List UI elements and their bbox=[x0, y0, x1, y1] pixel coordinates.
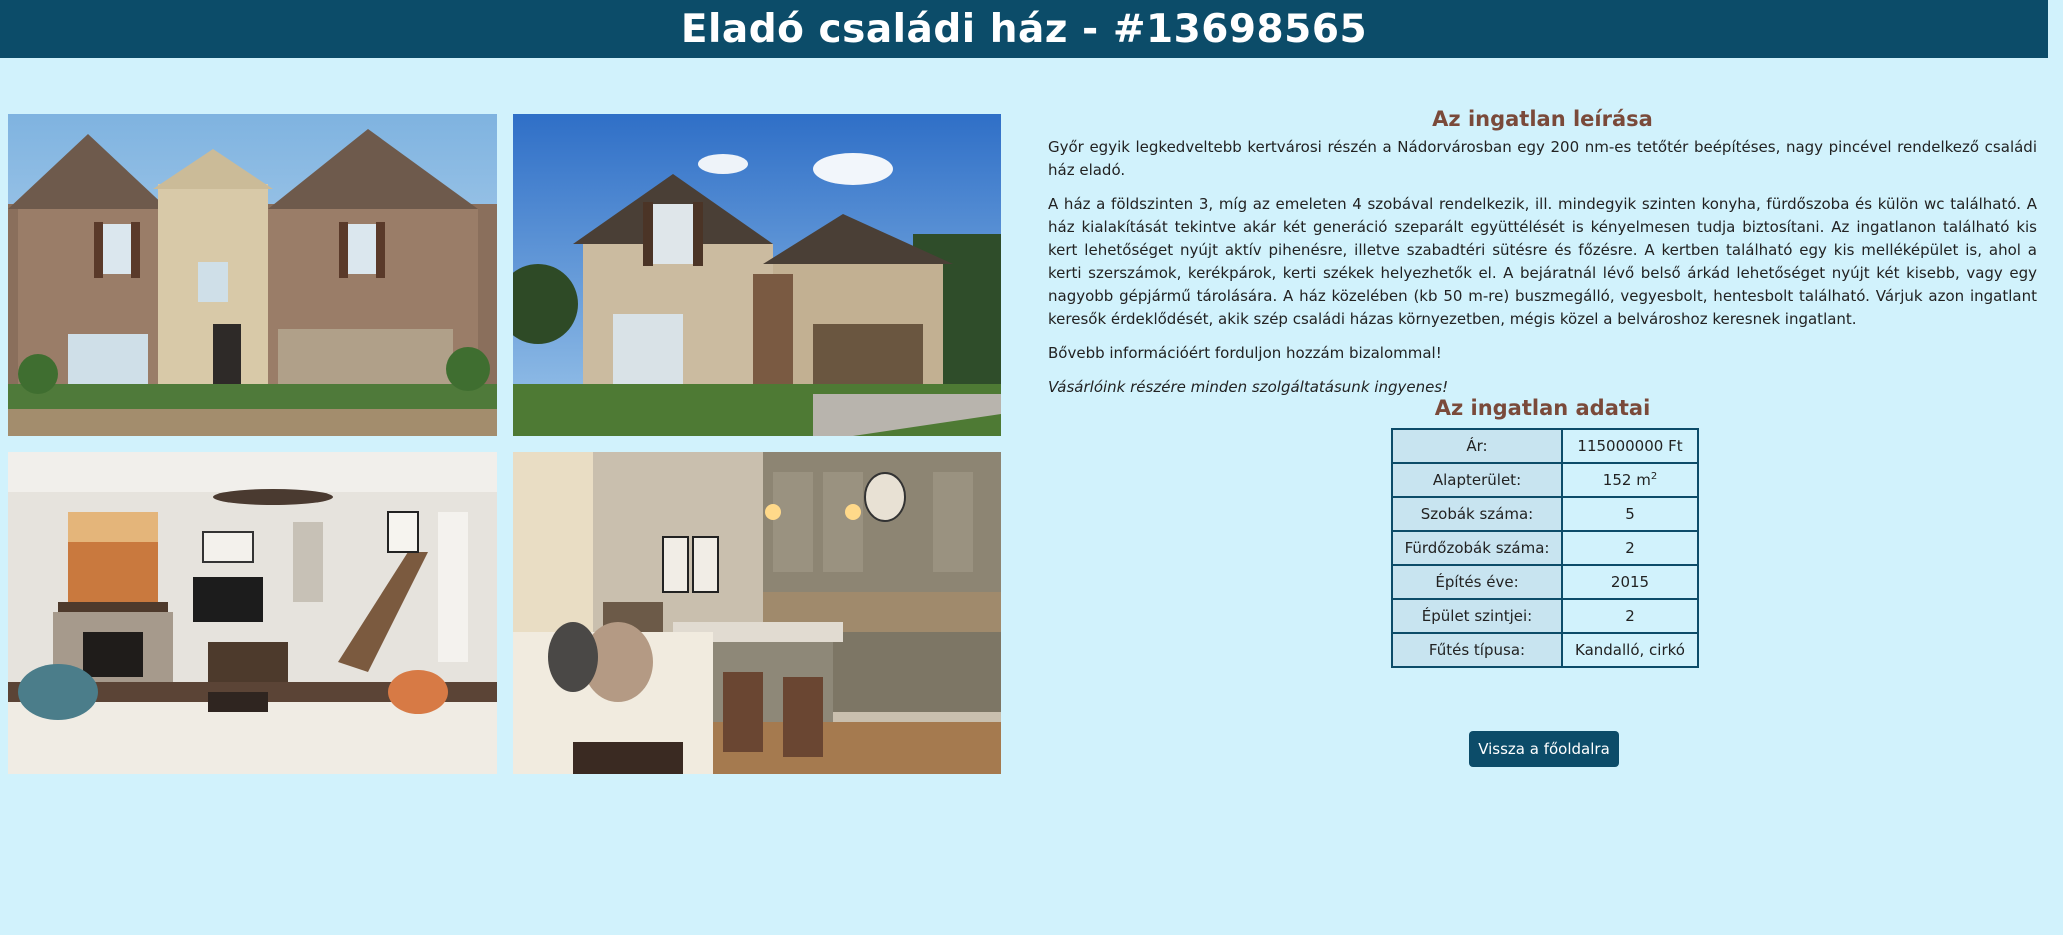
house-photo-living-room[interactable] bbox=[8, 452, 497, 774]
table-row: Alapterület: 152 m2 bbox=[1391, 462, 1699, 498]
description-paragraph-2: A ház a földszinten 3, míg az emeleten 4… bbox=[1048, 195, 2037, 328]
area-unit-superscript: 2 bbox=[1650, 471, 1658, 482]
row-label: Ár: bbox=[1391, 428, 1563, 464]
row-value: 2015 bbox=[1561, 564, 1699, 600]
description-paragraph-3: Bővebb információért forduljon hozzám bi… bbox=[1048, 344, 1442, 362]
row-label: Építés éve: bbox=[1391, 564, 1563, 600]
table-row: Fürdőzobák száma: 2 bbox=[1391, 530, 1699, 566]
table-row: Fűtés típusa: Kandalló, cirkó bbox=[1391, 632, 1699, 668]
row-value: 115000000 Ft bbox=[1561, 428, 1699, 464]
description-section: Az ingatlan leírása Győr egyik legkedvel… bbox=[1048, 104, 2037, 410]
property-data-heading: Az ingatlan adatai bbox=[1434, 396, 1651, 420]
row-label: Alapterület: bbox=[1391, 462, 1563, 498]
table-row: Épület szintjei: 2 bbox=[1391, 598, 1699, 634]
house-photo-kitchen[interactable] bbox=[513, 452, 1001, 774]
house-photo-exterior-2[interactable] bbox=[513, 114, 1001, 436]
property-data-table: Ár: 115000000 Ft Alapterület: 152 m2 Szo… bbox=[1391, 428, 1699, 668]
row-value: Kandalló, cirkó bbox=[1561, 632, 1699, 668]
table-row: Szobák száma: 5 bbox=[1391, 496, 1699, 532]
row-label: Szobák száma: bbox=[1391, 496, 1563, 532]
area-value: 152 m bbox=[1602, 471, 1651, 489]
description-paragraph-1: Győr egyik legkedveltebb kertvárosi rész… bbox=[1048, 138, 2037, 179]
row-label: Épület szintjei: bbox=[1391, 598, 1563, 634]
row-value: 152 m2 bbox=[1561, 462, 1699, 498]
row-value: 2 bbox=[1561, 530, 1699, 566]
row-label: Fűtés típusa: bbox=[1391, 632, 1563, 668]
table-row: Építés éve: 2015 bbox=[1391, 564, 1699, 600]
back-to-home-button[interactable]: Vissza a főoldalra bbox=[1469, 731, 1619, 767]
row-value: 5 bbox=[1561, 496, 1699, 532]
page-title: Eladó családi ház - #13698565 bbox=[680, 6, 1368, 52]
page-header: Eladó családi ház - #13698565 bbox=[0, 0, 2048, 58]
house-photo-exterior-1[interactable] bbox=[8, 114, 497, 436]
row-label: Fürdőzobák száma: bbox=[1391, 530, 1563, 566]
row-value: 2 bbox=[1561, 598, 1699, 634]
description-heading: Az ingatlan leírása bbox=[1432, 107, 1653, 131]
table-row: Ár: 115000000 Ft bbox=[1391, 428, 1699, 464]
